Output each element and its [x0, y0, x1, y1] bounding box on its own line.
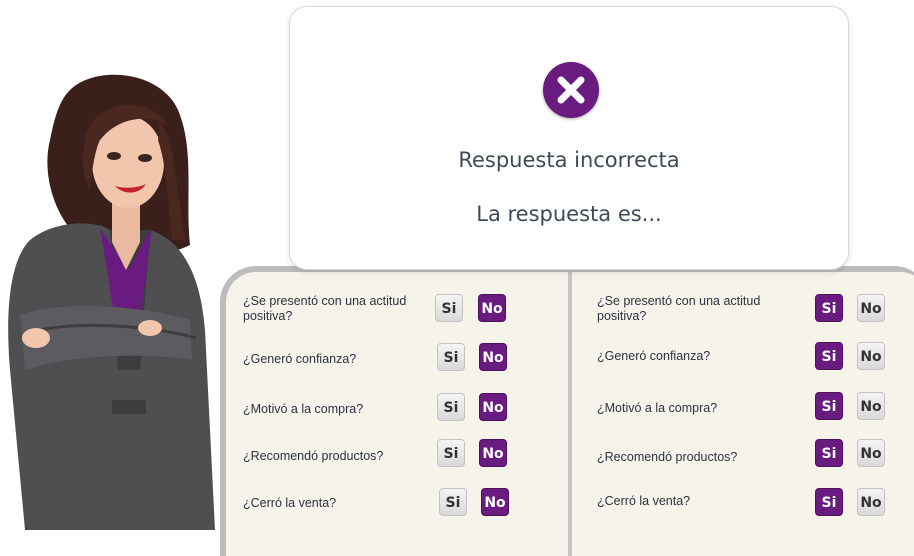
- yes-button[interactable]: Si: [437, 343, 465, 371]
- no-button[interactable]: No: [857, 439, 885, 467]
- yes-button[interactable]: Si: [815, 488, 843, 516]
- yes-button[interactable]: Si: [437, 393, 465, 421]
- yes-button[interactable]: Si: [435, 294, 463, 322]
- question-text: ¿Generó confianza?: [243, 352, 357, 366]
- no-button[interactable]: No: [857, 342, 885, 370]
- close-icon: [543, 62, 599, 118]
- checklist-panel: ¿Se presentó con una actitud positiva? S…: [226, 272, 914, 556]
- no-button[interactable]: No: [857, 392, 885, 420]
- question-text: ¿Generó confianza?: [597, 349, 711, 363]
- question-text: ¿Recomendó productos?: [597, 450, 738, 464]
- saleswoman-character-illustration: [8, 74, 216, 530]
- question-text: ¿Se presentó con una actitud positiva?: [243, 294, 407, 323]
- yes-button[interactable]: Si: [815, 439, 843, 467]
- question-text: ¿Se presentó con una actitud positiva?: [597, 294, 761, 323]
- no-button[interactable]: No: [481, 488, 509, 516]
- feedback-subtitle: La respuesta es...: [476, 202, 662, 226]
- yes-button[interactable]: Si: [437, 439, 465, 467]
- question-text: ¿Motivó a la compra?: [597, 401, 718, 415]
- yes-button[interactable]: Si: [815, 342, 843, 370]
- question-text: ¿Cerró la venta?: [597, 494, 691, 508]
- feedback-title: Respuesta incorrecta: [458, 148, 680, 172]
- checklist-board: ¿Se presentó con una actitud positiva? S…: [220, 266, 914, 556]
- no-button[interactable]: No: [857, 488, 885, 516]
- column-divider: [568, 272, 572, 556]
- question-text: ¿Recomendó productos?: [243, 449, 384, 463]
- yes-button[interactable]: Si: [815, 392, 843, 420]
- yes-button[interactable]: Si: [815, 294, 843, 322]
- no-button[interactable]: No: [479, 393, 507, 421]
- yes-button[interactable]: Si: [439, 488, 467, 516]
- no-button[interactable]: No: [857, 294, 885, 322]
- question-text: ¿Motivó a la compra?: [243, 402, 364, 416]
- no-button[interactable]: No: [479, 439, 507, 467]
- no-button[interactable]: No: [479, 343, 507, 371]
- feedback-dialog: Respuesta incorrecta La respuesta es...: [289, 6, 849, 270]
- question-text: ¿Cerró la venta?: [243, 496, 337, 510]
- no-button[interactable]: No: [478, 294, 506, 322]
